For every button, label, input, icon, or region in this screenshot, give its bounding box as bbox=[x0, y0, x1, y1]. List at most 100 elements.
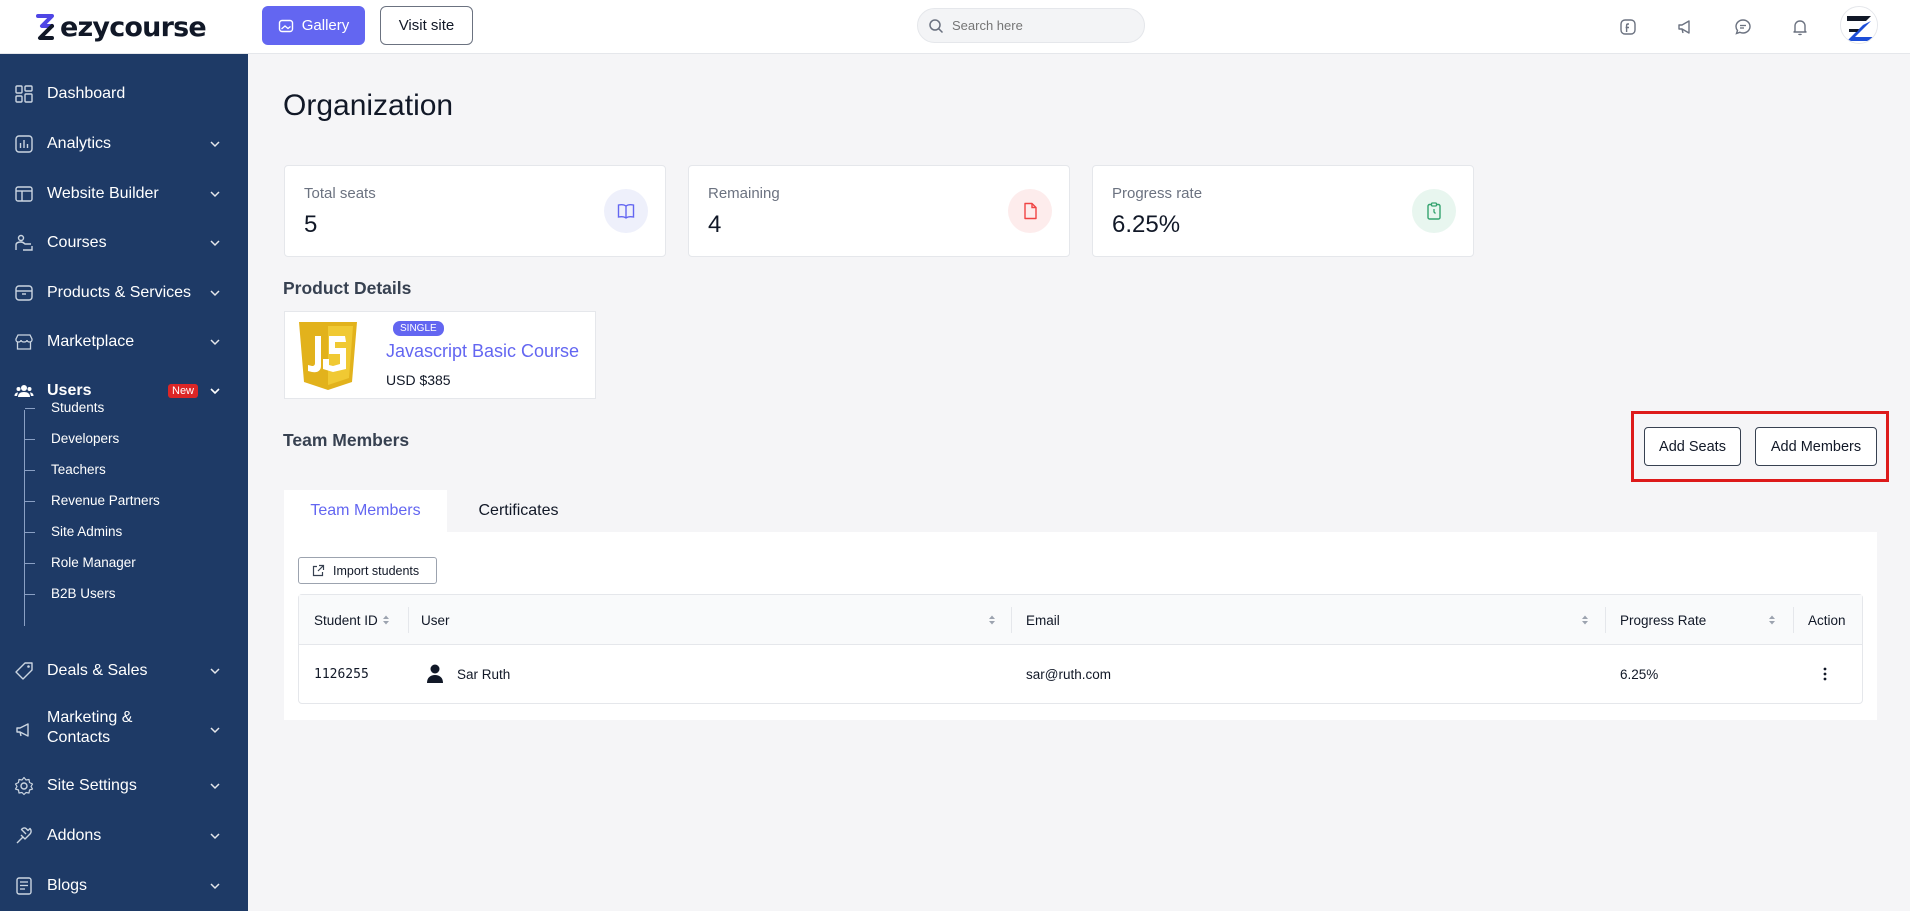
tab-team-members[interactable]: Team Members bbox=[284, 490, 447, 532]
stat-card-total-seats: Total seats 5 bbox=[284, 165, 666, 257]
column-header-student-id[interactable]: Student ID bbox=[314, 595, 378, 645]
sidebar-item-label: Site Settings bbox=[47, 777, 137, 794]
sidebar-item-label: Users bbox=[47, 382, 92, 399]
tab-strip bbox=[447, 490, 1877, 532]
marketing-icon bbox=[16, 723, 29, 737]
gallery-label: Gallery bbox=[301, 17, 350, 34]
sidebar-subitem-site-admins[interactable]: Site Admins bbox=[51, 524, 122, 539]
sort-icon[interactable] bbox=[1581, 614, 1589, 626]
cell-user: Sar Ruth bbox=[457, 666, 511, 682]
sidebar-item-label: Blogs bbox=[47, 877, 88, 894]
chevron-down-icon bbox=[210, 668, 220, 675]
product-type-badge: SINGLE bbox=[393, 321, 444, 336]
stat-value: 4 bbox=[708, 211, 722, 238]
product-name-link[interactable]: Javascript Basic Course bbox=[386, 341, 579, 362]
product-price: USD $385 bbox=[386, 372, 451, 388]
gallery-icon bbox=[278, 19, 293, 32]
sidebar-item-users[interactable]: Users New bbox=[0, 371, 248, 411]
user-avatar-icon bbox=[425, 645, 445, 703]
stat-value: 5 bbox=[304, 211, 318, 238]
marketplace-icon bbox=[15, 334, 33, 350]
addons-icon bbox=[16, 827, 32, 844]
sidebar-subitem-developers[interactable]: Developers bbox=[51, 431, 119, 446]
search-icon bbox=[929, 18, 944, 33]
chevron-down-icon bbox=[210, 141, 220, 148]
stat-label: Remaining bbox=[708, 185, 780, 202]
chevron-down-icon bbox=[210, 191, 220, 198]
logo-text: ezycourse bbox=[60, 11, 207, 43]
search-box[interactable] bbox=[917, 8, 1145, 43]
sidebar-item-addons[interactable]: Addons bbox=[0, 816, 248, 856]
sidebar-subitem-revenue-partners[interactable]: Revenue Partners bbox=[51, 493, 160, 508]
sidebar-item-blogs[interactable]: Blogs bbox=[0, 866, 248, 906]
new-badge: New bbox=[168, 384, 199, 398]
search-input[interactable] bbox=[952, 18, 1132, 33]
sidebar-item-analytics[interactable]: Analytics bbox=[0, 124, 248, 164]
gallery-button[interactable]: Gallery bbox=[262, 6, 365, 45]
megaphone-icon[interactable] bbox=[1668, 10, 1702, 44]
stat-label: Total seats bbox=[304, 185, 376, 202]
sidebar-item-site-settings[interactable]: Site Settings bbox=[0, 766, 248, 806]
sort-icon[interactable] bbox=[382, 614, 390, 626]
logo[interactable]: ezycourse bbox=[34, 8, 224, 46]
users-subnav: Students Developers Teachers Revenue Par… bbox=[24, 400, 244, 626]
sidebar-item-marketplace[interactable]: Marketplace bbox=[0, 322, 248, 362]
sidebar-subitem-teachers[interactable]: Teachers bbox=[51, 462, 106, 477]
stat-value: 6.25% bbox=[1112, 211, 1181, 238]
facebook-icon[interactable] bbox=[1611, 10, 1645, 44]
tab-certificates[interactable]: Certificates bbox=[447, 490, 590, 532]
bell-icon[interactable] bbox=[1783, 10, 1817, 44]
chevron-down-icon bbox=[210, 240, 220, 247]
sidebar-item-courses[interactable]: Courses bbox=[0, 223, 248, 263]
product-details-title: Product Details bbox=[283, 278, 412, 298]
sidebar-subitem-students[interactable]: Students bbox=[51, 400, 104, 415]
top-bar: ezycourse Gallery Visit site bbox=[0, 0, 1910, 54]
sidebar: Dashboard Analytics Website Builder Cour… bbox=[0, 54, 248, 911]
add-members-button[interactable]: Add Members bbox=[1755, 427, 1877, 466]
cell-student-id: 1126255 bbox=[314, 666, 369, 682]
deals-icon bbox=[15, 662, 33, 680]
chevron-down-icon bbox=[210, 339, 220, 346]
stat-card-progress-rate: Progress rate 6.25% bbox=[1092, 165, 1474, 257]
website-builder-icon bbox=[15, 186, 33, 202]
sidebar-item-label: Courses bbox=[47, 234, 107, 251]
stat-card-remaining: Remaining 4 bbox=[688, 165, 1070, 257]
analytics-icon bbox=[15, 135, 33, 153]
document-icon bbox=[1008, 189, 1052, 233]
sidebar-item-dashboard[interactable]: Dashboard bbox=[0, 74, 248, 114]
users-icon bbox=[14, 385, 34, 397]
visit-site-button[interactable]: Visit site bbox=[380, 6, 473, 45]
user-avatar[interactable] bbox=[1840, 6, 1878, 44]
import-students-button[interactable]: Import students bbox=[298, 557, 437, 584]
app-root: ezycourse Gallery Visit site Search here… bbox=[0, 0, 1910, 911]
sidebar-item-label: Dashboard bbox=[47, 85, 126, 102]
sidebar-item-label: Marketplace bbox=[47, 333, 135, 350]
blogs-icon bbox=[16, 877, 32, 895]
stat-label: Progress rate bbox=[1112, 185, 1203, 202]
product-card[interactable]: SINGLE Javascript Basic Course USD $385 bbox=[284, 311, 596, 399]
sidebar-item-label: Analytics bbox=[47, 135, 112, 152]
dashboard-icon bbox=[15, 85, 33, 103]
sidebar-item-label-line2: Contacts bbox=[47, 729, 111, 746]
sidebar-subitem-role-manager[interactable]: Role Manager bbox=[51, 555, 136, 570]
chat-icon[interactable] bbox=[1726, 10, 1760, 44]
sidebar-item-deals-sales[interactable]: Deals & Sales bbox=[0, 651, 248, 691]
sidebar-item-label: Website Builder bbox=[47, 185, 159, 202]
column-header-email[interactable]: Email bbox=[1026, 595, 1060, 645]
sort-icon[interactable] bbox=[988, 614, 996, 626]
column-header-progress-rate[interactable]: Progress Rate bbox=[1620, 595, 1706, 645]
chevron-down-icon bbox=[210, 727, 220, 734]
sort-icon[interactable] bbox=[1768, 614, 1776, 626]
cell-email: sar@ruth.com bbox=[1026, 666, 1111, 682]
add-seats-button[interactable]: Add Seats bbox=[1644, 427, 1741, 466]
chevron-down-icon bbox=[210, 833, 220, 840]
more-actions-icon[interactable] bbox=[1815, 645, 1835, 703]
table-header: Student ID User Email Progress Rate Acti… bbox=[299, 595, 1862, 645]
sidebar-item-products-services[interactable]: Products & Services bbox=[0, 273, 248, 313]
sidebar-item-website-builder[interactable]: Website Builder bbox=[0, 174, 248, 214]
sidebar-subitem-b2b-users[interactable]: B2B Users bbox=[51, 586, 116, 601]
sidebar-item-marketing-contacts[interactable]: Marketing & Contacts bbox=[0, 708, 248, 752]
chevron-down-icon bbox=[210, 290, 220, 297]
book-icon bbox=[604, 189, 648, 233]
column-header-user[interactable]: User bbox=[421, 595, 450, 645]
